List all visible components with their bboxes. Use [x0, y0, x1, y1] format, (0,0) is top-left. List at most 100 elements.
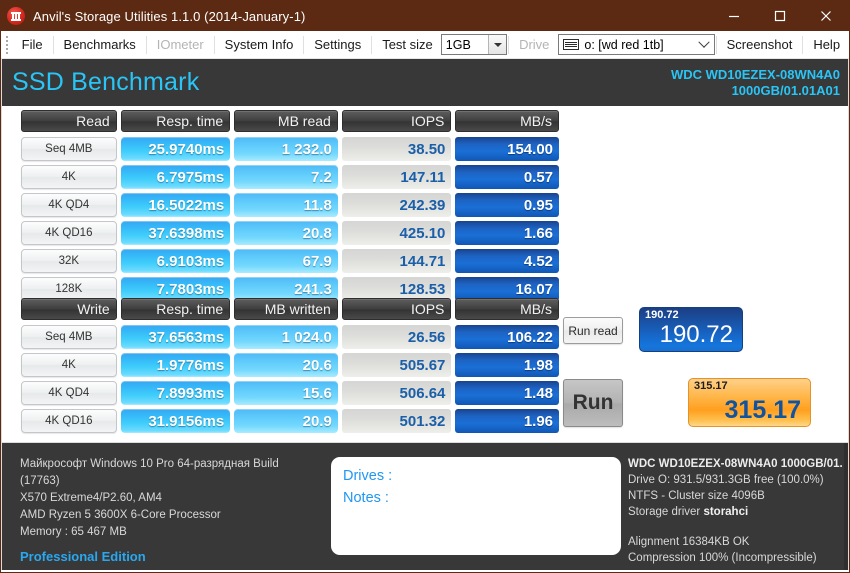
- notes-label: Notes :: [343, 490, 389, 506]
- menu-divider: [508, 35, 510, 54]
- write-mb-value: 1 024.0: [234, 325, 338, 349]
- notes-panel[interactable]: Drives : Notes :: [331, 457, 621, 555]
- drive-info-filesystem: NTFS - Cluster size 4096B: [628, 490, 765, 502]
- table-row: 4K QD16 31.9156ms 20.9 501.32 1.96: [21, 409, 560, 433]
- chevron-down-icon[interactable]: [694, 35, 714, 54]
- read-mb-value: 20.8: [234, 221, 338, 245]
- drive-select[interactable]: o: [wd red 1tb]: [558, 34, 715, 55]
- read-mbs-value: 154.00: [455, 137, 560, 161]
- table-row: Seq 4MB 37.6563ms 1 024.0 26.56 106.22: [21, 325, 560, 349]
- write-row-label[interactable]: 4K QD16: [21, 409, 117, 433]
- read-score-box: 190.72 190.72: [639, 307, 743, 352]
- write-header-mbs: MB/s: [455, 298, 560, 320]
- write-row-label[interactable]: 4K QD4: [21, 381, 117, 405]
- write-iops-value: 26.56: [341, 325, 452, 349]
- read-row-label[interactable]: 32K: [21, 249, 117, 273]
- menu-item-benchmarks[interactable]: Benchmarks: [55, 34, 145, 56]
- header-drive-identity: WDC WD10EZEX-08WN4A0 1000GB/01.01A01: [671, 67, 840, 99]
- read-resp-value: 6.7975ms: [120, 165, 231, 189]
- close-icon[interactable]: [803, 1, 849, 31]
- write-resp-value: 37.6563ms: [120, 325, 231, 349]
- read-score-value: 190.72: [659, 321, 733, 348]
- write-results-table: Write Resp. time MB written IOPS MB/s Se…: [21, 298, 560, 437]
- menu-bar: File Benchmarks IOmeter System Info Sett…: [1, 31, 849, 59]
- read-iops-value: 425.10: [341, 221, 452, 245]
- read-row-label[interactable]: 4K QD4: [21, 193, 117, 217]
- driver-label: Storage driver: [628, 506, 701, 518]
- read-row-label[interactable]: 4K: [21, 165, 117, 189]
- drive-info-driver: Storage driver storahci: [628, 504, 848, 520]
- read-mbs-value: 1.66: [455, 221, 560, 245]
- test-size-value: 1GB: [445, 37, 471, 52]
- system-info-block: Майкрософт Windows 10 Pro 64-разрядная B…: [20, 456, 320, 565]
- drive-icon: [563, 39, 580, 50]
- test-size-select[interactable]: 1GB: [440, 34, 508, 55]
- benchmark-results-area: Read Resp. time MB read IOPS MB/s Seq 4M…: [1, 106, 849, 504]
- table-row: 4K QD4 7.8993ms 15.6 506.64 1.48: [21, 381, 560, 405]
- write-iops-value: 506.64: [341, 381, 452, 405]
- write-iops-value: 501.32: [341, 409, 452, 433]
- benchmark-header: SSD Benchmark WDC WD10EZEX-08WN4A0 1000G…: [1, 59, 849, 106]
- drives-label: Drives :: [343, 468, 393, 484]
- system-memory: Memory : 65 467 MB: [20, 526, 127, 538]
- menu-item-screenshot[interactable]: Screenshot: [718, 34, 802, 56]
- page-title: SSD Benchmark: [12, 68, 200, 96]
- write-mbs-value: 1.98: [455, 353, 560, 377]
- table-row: 4K 1.9776ms 20.6 505.67 1.98: [21, 353, 560, 377]
- read-row-label[interactable]: 4K QD16: [21, 221, 117, 245]
- menu-item-iometer: IOmeter: [156, 36, 204, 52]
- read-resp-value: 37.6398ms: [120, 221, 231, 245]
- table-row: 4K 6.7975ms 7.2 147.11 0.57: [21, 165, 560, 189]
- toolbar-grip[interactable]: [4, 34, 11, 56]
- menu-divider: [145, 35, 147, 54]
- write-iops-value: 505.67: [341, 353, 452, 377]
- read-mb-value: 67.9: [234, 249, 338, 273]
- panel-edge: [844, 443, 848, 570]
- write-row-label[interactable]: 4K: [21, 353, 117, 377]
- header-drive-model: WDC WD10EZEX-08WN4A0: [670, 66, 840, 82]
- drive-info-block: WDC WD10EZEX-08WN4A0 1000GB/01. Drive O:…: [628, 456, 848, 566]
- read-header-mb-read: MB read: [234, 110, 338, 132]
- menu-divider: [371, 35, 373, 54]
- drive-info-model: WDC WD10EZEX-08WN4A0 1000GB/01.: [628, 458, 843, 470]
- run-button[interactable]: Run: [563, 379, 623, 427]
- read-row-label[interactable]: Seq 4MB: [21, 137, 117, 161]
- write-resp-value: 1.9776ms: [120, 353, 231, 377]
- system-motherboard: X570 Extreme4/P2.60, AM4: [20, 492, 162, 504]
- total-score-label: 315.17: [694, 380, 728, 392]
- maximize-icon[interactable]: [757, 1, 803, 31]
- table-row: 4K QD4 16.5022ms 11.8 242.39 0.95: [21, 193, 560, 217]
- write-resp-value: 31.9156ms: [120, 409, 231, 433]
- header-drive-capacity: 1000GB/01.01A01: [731, 82, 840, 98]
- write-row-label[interactable]: Seq 4MB: [21, 325, 117, 349]
- read-mbs-value: 0.57: [455, 165, 560, 189]
- drive-value: o: [wd red 1tb]: [584, 37, 664, 52]
- write-header-mb-written: MB written: [234, 298, 338, 320]
- write-header-category: Write: [21, 298, 117, 320]
- menu-item-help[interactable]: Help: [804, 34, 849, 56]
- menu-divider: [52, 35, 54, 54]
- chevron-down-icon[interactable]: [488, 35, 507, 54]
- menu-item-file[interactable]: File: [13, 34, 52, 56]
- read-results-table: Read Resp. time MB read IOPS MB/s Seq 4M…: [21, 110, 560, 305]
- minimize-icon[interactable]: [711, 1, 757, 31]
- read-mb-value: 1 232.0: [234, 137, 338, 161]
- write-mb-value: 20.9: [234, 409, 338, 433]
- read-iops-value: 144.71: [341, 249, 452, 273]
- read-resp-value: 25.9740ms: [120, 137, 231, 161]
- read-resp-value: 6.9103ms: [120, 249, 231, 273]
- drive-info-alignment: Alignment 16384KB OK: [628, 536, 750, 548]
- status-panel: Майкрософт Windows 10 Pro 64-разрядная B…: [1, 442, 849, 570]
- read-mb-value: 7.2: [234, 165, 338, 189]
- table-row: Seq 4MB 25.9740ms 1 232.0 38.50 154.00: [21, 137, 560, 161]
- drive-info-capacity: Drive O: 931.5/931.3GB free (100.0%): [628, 474, 824, 486]
- menu-divider: [715, 35, 717, 54]
- window-controls: [711, 1, 849, 31]
- run-read-button[interactable]: Run read: [563, 317, 623, 344]
- menu-divider: [213, 35, 215, 54]
- system-cpu: AMD Ryzen 5 3600X 6-Core Processor: [20, 509, 221, 521]
- drive-info-compression: Compression 100% (Incompressible): [628, 552, 817, 564]
- menu-item-system-info[interactable]: System Info: [216, 34, 303, 56]
- menu-item-settings[interactable]: Settings: [305, 34, 370, 56]
